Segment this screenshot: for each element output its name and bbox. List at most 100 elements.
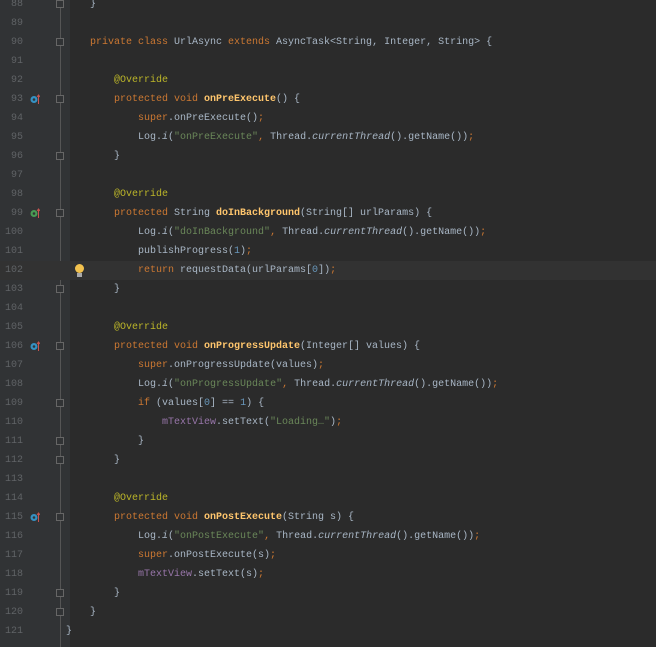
keyword: extends xyxy=(228,37,277,48)
override-icon[interactable] xyxy=(30,512,40,522)
keyword: protected xyxy=(114,208,175,219)
fold-marker-icon[interactable] xyxy=(56,209,64,217)
code-text: (String s) { xyxy=(282,512,355,523)
code-line[interactable]: 117 super.onPostExecute(s); xyxy=(0,546,656,565)
code-editor[interactable]: 88} 89 90 private class UrlAsync extends As… xyxy=(0,0,656,647)
code-line[interactable]: 96} xyxy=(0,147,656,166)
code-content: } xyxy=(90,603,96,622)
keyword: ; xyxy=(246,246,253,257)
code-text: .onPreExecute() xyxy=(168,113,259,124)
line-number: 99 xyxy=(10,208,23,219)
fold-marker-icon[interactable] xyxy=(56,152,64,160)
code-line[interactable]: 94 super.onPreExecute(); xyxy=(0,109,656,128)
code-content: } xyxy=(114,280,120,299)
code-line[interactable]: 110 mTextView.setText("Loading…"); xyxy=(0,413,656,432)
annotation: @Override xyxy=(114,75,169,86)
code-text: Log. xyxy=(138,227,163,238)
keyword: protected void xyxy=(114,94,205,105)
code-content: protected void onPostExecute(String s) { xyxy=(114,508,354,527)
fold-marker-icon[interactable] xyxy=(56,342,64,350)
override-icon[interactable] xyxy=(30,94,40,104)
line-number: 94 xyxy=(10,113,23,124)
code-text: Thread. xyxy=(276,531,319,542)
override-icon[interactable] xyxy=(30,341,40,351)
code-text: requestData(urlParams[ xyxy=(180,265,313,276)
keyword: ; xyxy=(318,360,325,371)
code-line[interactable]: 116 Log.i("onPostExecute", Thread.current… xyxy=(0,527,656,546)
code-line[interactable]: 118 mTextView.setText(s); xyxy=(0,565,656,584)
code-text: } xyxy=(114,284,121,295)
code-line[interactable]: 111} xyxy=(0,432,656,451)
code-line[interactable]: 99 protected String doInBackground(String… xyxy=(0,204,656,223)
fold-marker-icon[interactable] xyxy=(56,456,64,464)
line-number: 103 xyxy=(4,284,23,295)
code-content: protected void onProgressUpdate(Integer[… xyxy=(114,337,420,356)
fold-marker-icon[interactable] xyxy=(56,399,64,407)
code-line[interactable]: 121} xyxy=(0,622,656,641)
code-line[interactable]: 104 xyxy=(0,299,656,318)
code-text: ().getName()) xyxy=(402,227,481,238)
code-line[interactable]: 103} xyxy=(0,280,656,299)
code-line[interactable]: 98 @Override xyxy=(0,185,656,204)
lightbulb-icon[interactable] xyxy=(75,264,84,277)
static-method: currentThread xyxy=(318,531,397,542)
code-line[interactable]: 92 @Override xyxy=(0,71,656,90)
code-text: Thread. xyxy=(270,132,313,143)
code-line[interactable]: 88} xyxy=(0,0,656,14)
code-line[interactable]: 105 @Override xyxy=(0,318,656,337)
keyword: ; xyxy=(258,113,265,124)
code-line[interactable]: 95 Log.i("onPreExecute", Thread.currentTh… xyxy=(0,128,656,147)
code-text: ().getName()) xyxy=(390,132,469,143)
fold-marker-icon[interactable] xyxy=(56,589,64,597)
code-text: Log. xyxy=(138,379,163,390)
code-line[interactable]: 120} xyxy=(0,603,656,622)
string-literal: "onPreExecute" xyxy=(174,132,259,143)
code-line[interactable]: 101 publishProgress(1); xyxy=(0,242,656,261)
code-line[interactable]: 112} xyxy=(0,451,656,470)
code-line[interactable]: 106 protected void onProgressUpdate(Integ… xyxy=(0,337,656,356)
code-content: if (values[0] == 1) { xyxy=(138,394,264,413)
line-number: 88 xyxy=(10,0,23,10)
static-method: currentThread xyxy=(336,379,415,390)
code-line[interactable]: 100 Log.i("doInBackground", Thread.curren… xyxy=(0,223,656,242)
line-number: 114 xyxy=(4,493,23,504)
code-line[interactable]: 89 xyxy=(0,14,656,33)
implement-icon[interactable] xyxy=(30,208,40,218)
code-line[interactable]: 114 @Override xyxy=(0,489,656,508)
code-line[interactable]: 102 return requestData(urlParams[0]); xyxy=(0,261,656,280)
code-line[interactable]: 109 if (values[0] == 1) { xyxy=(0,394,656,413)
fold-marker-icon[interactable] xyxy=(56,95,64,103)
code-content: @Override xyxy=(114,318,168,337)
code-line[interactable]: 113 xyxy=(0,470,656,489)
string-literal: "doInBackground" xyxy=(174,227,271,238)
code-line[interactable]: 90 private class UrlAsync extends AsyncTa… xyxy=(0,33,656,52)
code-text: ] == xyxy=(210,398,241,409)
code-text: UrlAsync xyxy=(174,37,229,48)
code-text: } xyxy=(114,151,121,162)
line-number: 97 xyxy=(10,170,23,181)
code-content: } xyxy=(138,432,144,451)
code-line[interactable]: 115 protected void onPostExecute(String s… xyxy=(0,508,656,527)
code-content: protected String doInBackground(String[]… xyxy=(114,204,432,223)
line-number: 89 xyxy=(10,18,23,29)
code-line[interactable]: 91 xyxy=(0,52,656,71)
code-line[interactable]: 107 super.onProgressUpdate(values); xyxy=(0,356,656,375)
line-number: 104 xyxy=(4,303,23,314)
code-text: Log. xyxy=(138,132,163,143)
keyword: return xyxy=(138,265,181,276)
fold-marker-icon[interactable] xyxy=(56,513,64,521)
fold-marker-icon[interactable] xyxy=(56,285,64,293)
fold-marker-icon[interactable] xyxy=(56,608,64,616)
line-number: 110 xyxy=(4,417,23,428)
static-method: currentThread xyxy=(324,227,403,238)
fold-marker-icon[interactable] xyxy=(56,0,64,8)
line-number: 113 xyxy=(4,474,23,485)
fold-marker-icon[interactable] xyxy=(56,437,64,445)
code-line[interactable]: 93 protected void onPreExecute() { xyxy=(0,90,656,109)
fold-marker-icon[interactable] xyxy=(56,38,64,46)
method-name: onPostExecute xyxy=(204,512,283,523)
method-name: doInBackground xyxy=(216,208,301,219)
code-line[interactable]: 119} xyxy=(0,584,656,603)
code-line[interactable]: 108 Log.i("onProgressUpdate", Thread.curr… xyxy=(0,375,656,394)
code-line[interactable]: 97 xyxy=(0,166,656,185)
